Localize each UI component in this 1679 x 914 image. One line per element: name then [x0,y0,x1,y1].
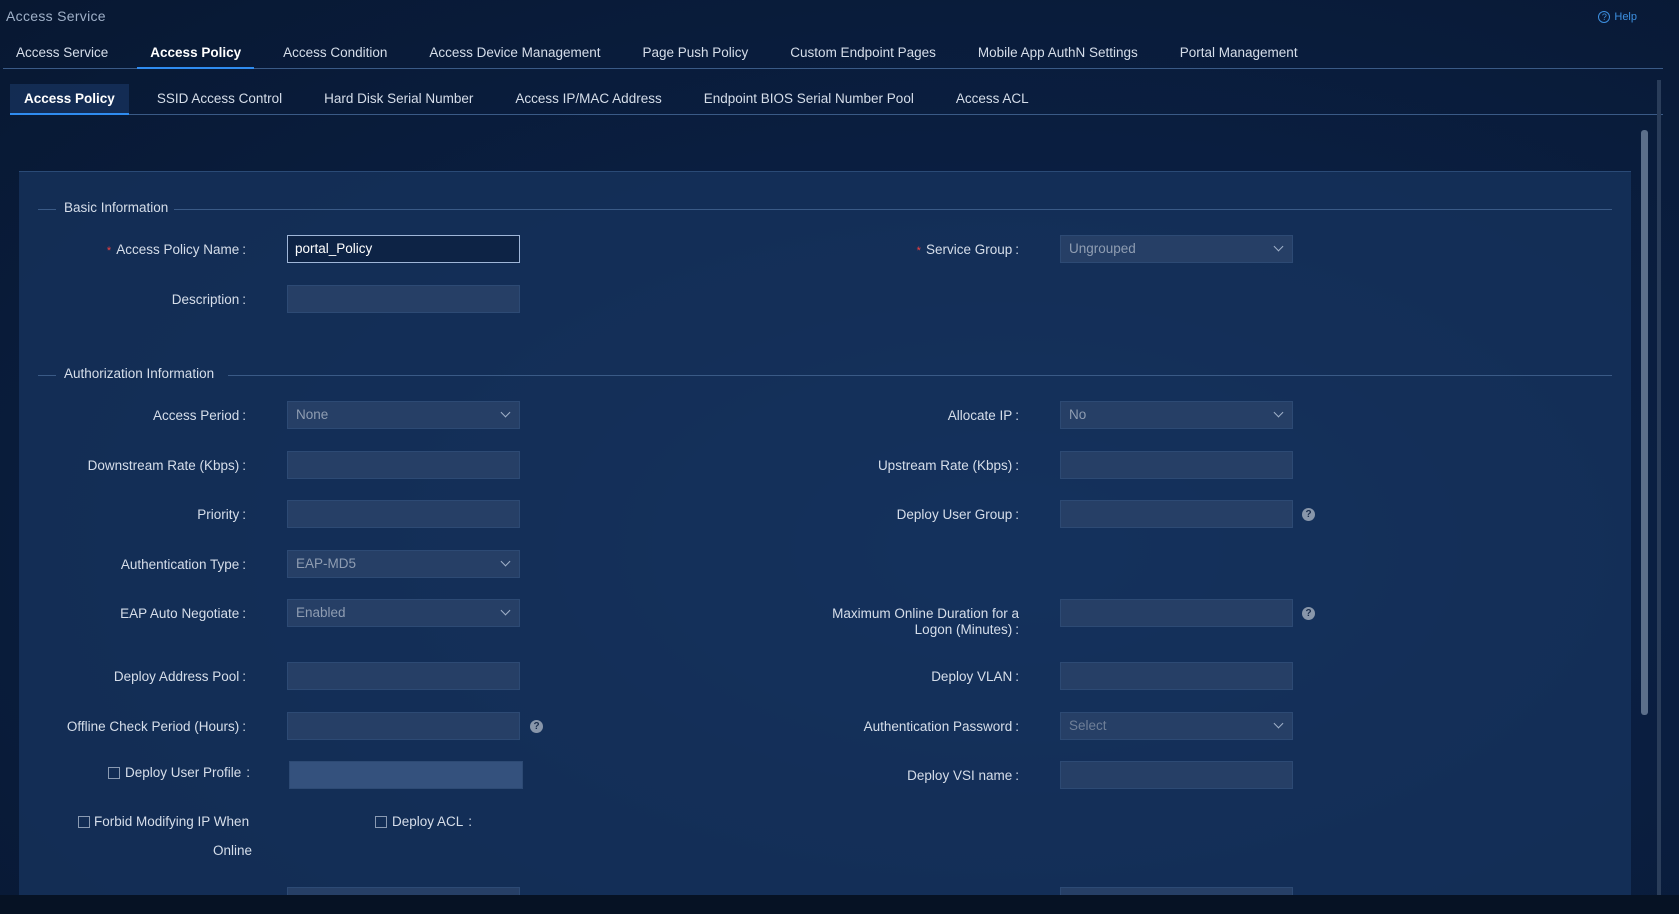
section-divider [174,209,1612,210]
tab-access-condition[interactable]: Access Condition [270,38,400,68]
eap-auto-negotiate-value: Enabled [296,605,346,620]
access-period-label: Access Period: [152,408,246,423]
authentication-password-label: Authentication Password: [863,719,1019,734]
access-period-select[interactable]: None [287,401,520,429]
service-group-label: * Service Group: [916,242,1019,257]
section-basic-information: Basic Information [38,199,1612,219]
authentication-password-select[interactable]: Select [1060,712,1293,740]
access-period-value: None [296,407,329,422]
tab-portal-management[interactable]: Portal Management [1167,38,1311,68]
forbid-modifying-ip-checkbox[interactable] [78,816,90,828]
deploy-user-group-label: Deploy User Group: [896,507,1019,522]
max-online-duration-label: Maximum Online Duration for a Logon (Min… [832,606,1019,637]
description-label: Description: [171,292,246,307]
authentication-type-select[interactable]: EAP-MD5 [287,550,520,578]
main-tabs: Access Service Access Policy Access Cond… [3,38,1663,69]
help-tooltip-icon[interactable]: ? [530,720,543,733]
deploy-acl-checkbox[interactable] [375,816,387,828]
bottom-edge [0,895,1679,914]
policy-form-panel: Basic Information * Access Policy Name: p… [19,171,1631,902]
chevron-down-icon [1273,718,1284,729]
upstream-rate-input[interactable] [1060,451,1293,479]
tab-access-service[interactable]: Access Service [3,38,121,68]
tab-access-device-management[interactable]: Access Device Management [416,38,613,68]
section-title: Authorization Information [64,366,215,381]
section-title: Basic Information [64,200,169,215]
allocate-ip-select[interactable]: No [1060,401,1293,429]
deploy-vlan-input[interactable] [1060,662,1293,690]
section-divider [38,209,56,210]
help-tooltip-icon[interactable]: ? [1302,607,1315,620]
authentication-type-label: Authentication Type: [120,557,246,572]
downstream-rate-input[interactable] [287,451,520,479]
description-input[interactable] [287,285,520,313]
chevron-down-icon [500,407,511,418]
help-icon: ? [1598,11,1611,23]
authentication-password-placeholder: Select [1069,718,1107,733]
required-marker: * [916,245,921,257]
section-divider [38,375,56,376]
section-divider [228,375,1612,376]
deploy-user-group-input[interactable] [1060,500,1293,528]
deploy-vlan-label: Deploy VLAN: [931,669,1019,684]
vertical-scrollbar[interactable] [1641,130,1648,715]
eap-auto-negotiate-select[interactable]: Enabled [287,599,520,627]
eap-auto-negotiate-label: EAP Auto Negotiate: [120,606,246,621]
deploy-vsi-name-label: Deploy VSI name: [907,768,1019,783]
priority-input[interactable] [287,500,520,528]
subtab-access-acl[interactable]: Access ACL [942,84,1043,114]
chevron-down-icon [500,605,511,616]
subtab-access-policy[interactable]: Access Policy [10,84,129,115]
subtab-endpoint-bios-serial-number-pool[interactable]: Endpoint BIOS Serial Number Pool [690,84,928,114]
help-link[interactable]: ? Help [1598,11,1637,23]
chevron-down-icon [1273,407,1284,418]
deploy-user-profile-label: Deploy User Profile: [125,765,251,780]
offline-check-period-input[interactable] [287,712,520,740]
sub-tabs: Access Policy SSID Access Control Hard D… [10,84,1663,115]
access-policy-name-input[interactable]: portal_Policy [287,235,520,263]
deploy-address-pool-input[interactable] [287,662,520,690]
subtab-access-ip-mac-address[interactable]: Access IP/MAC Address [501,84,675,114]
upstream-rate-label: Upstream Rate (Kbps): [877,458,1019,473]
authentication-type-value: EAP-MD5 [296,556,357,571]
subtab-ssid-access-control[interactable]: SSID Access Control [143,84,296,114]
top-bar: Access Service ? Help [0,0,1679,34]
tab-custom-endpoint-pages[interactable]: Custom Endpoint Pages [777,38,949,68]
allocate-ip-value: No [1069,407,1087,422]
help-label: Help [1614,11,1637,23]
max-online-duration-input[interactable] [1060,599,1293,627]
window-edge [1657,80,1661,900]
service-group-select[interactable]: Ungrouped [1060,235,1293,263]
tab-access-policy[interactable]: Access Policy [137,38,254,69]
access-policy-name-label: * Access Policy Name: [106,242,246,257]
app-title: Access Service [6,8,106,24]
tab-page-push-policy[interactable]: Page Push Policy [629,38,761,68]
chevron-down-icon [500,556,511,567]
priority-label: Priority: [197,507,246,522]
deploy-acl-label: Deploy ACL: [392,814,473,829]
deploy-address-pool-label: Deploy Address Pool: [113,669,246,684]
forbid-modifying-ip-label-line2: Online [213,843,253,858]
section-authorization-information: Authorization Information [38,365,1612,385]
deploy-vsi-name-input[interactable] [1060,761,1293,789]
deploy-user-profile-input[interactable] [289,761,523,789]
tab-mobile-app-authn-settings[interactable]: Mobile App AuthN Settings [965,38,1151,68]
allocate-ip-label: Allocate IP: [947,408,1019,423]
deploy-user-profile-checkbox[interactable] [108,767,120,779]
downstream-rate-label: Downstream Rate (Kbps): [87,458,246,473]
offline-check-period-label: Offline Check Period (Hours): [66,719,246,734]
chevron-down-icon [1273,241,1284,252]
required-marker: * [106,245,112,257]
subtab-hard-disk-serial-number[interactable]: Hard Disk Serial Number [310,84,487,114]
forbid-modifying-ip-label-line1: Forbid Modifying IP When [94,814,250,829]
service-group-value: Ungrouped [1069,241,1136,256]
help-tooltip-icon[interactable]: ? [1302,508,1315,521]
